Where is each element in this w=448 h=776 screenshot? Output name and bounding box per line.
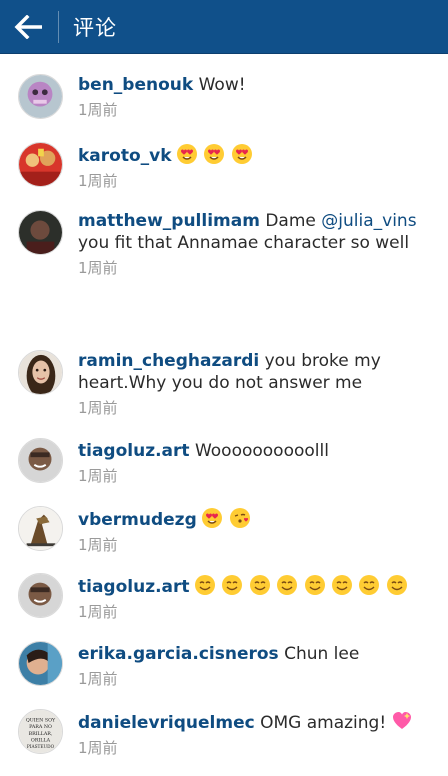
- smile-emoji-icon: [194, 575, 215, 595]
- kissing-heart-emoji-icon: [229, 508, 250, 528]
- comment-item: ben_benouk Wow! 1周前: [0, 74, 448, 141]
- comment-item: tiagoluz.art Woooooooooolll 1周前: [0, 438, 448, 505]
- mention-link[interactable]: @julia_vins: [321, 211, 416, 231]
- heart-eyes-emoji-icon: [176, 144, 197, 164]
- comment-text-continued: you fit that Annamae character so well: [78, 233, 410, 253]
- comment-username[interactable]: karoto_vk: [78, 146, 172, 166]
- comment-timestamp: 1周前: [78, 172, 118, 190]
- emoji-group: [202, 508, 251, 530]
- smile-emoji-icon: [222, 575, 243, 595]
- back-button[interactable]: [0, 0, 58, 53]
- smile-emoji-icon: [331, 575, 352, 595]
- header-divider: [58, 10, 59, 43]
- comment-item: karoto_vk 1周前: [0, 142, 448, 209]
- arrow-left-icon: [14, 14, 42, 39]
- avatar[interactable]: [18, 506, 63, 551]
- smile-emoji-icon: [277, 575, 298, 595]
- smile-emoji-icon: [249, 575, 270, 595]
- smile-emoji-icon: [359, 575, 380, 595]
- avatar[interactable]: [18, 210, 63, 255]
- comment-username[interactable]: tiagoluz.art: [78, 577, 190, 597]
- comment-username[interactable]: vbermudezg: [78, 510, 197, 530]
- svg-text:PARA NO: PARA NO: [29, 724, 52, 730]
- avatar[interactable]: [18, 142, 63, 187]
- avatar[interactable]: [18, 641, 63, 686]
- svg-text:BRILLAR,: BRILLAR,: [29, 731, 53, 737]
- avatar[interactable]: [18, 350, 63, 395]
- heart-eyes-emoji-icon: [231, 144, 252, 164]
- heart-eyes-emoji-icon: [202, 508, 223, 528]
- comment-text: Woooooooooolll: [194, 441, 329, 461]
- comment-text: Chun lee: [284, 644, 360, 664]
- page-title: 评论: [73, 15, 117, 40]
- comment-text: OMG amazing!: [260, 713, 387, 733]
- comment-timestamp: 1周前: [78, 536, 118, 554]
- comment-item: QUIEN SOY PARA NO BRILLAR, ORILLA PIASTE…: [0, 709, 448, 776]
- comment-timestamp: 1周前: [78, 399, 118, 417]
- comment-timestamp: 1周前: [78, 101, 118, 119]
- comment-username[interactable]: ramin_cheghazardi: [78, 351, 259, 371]
- svg-text:QUIEN SOY: QUIEN SOY: [26, 717, 56, 723]
- comment-username[interactable]: danielevriquelmec: [78, 713, 255, 733]
- comment-timestamp: 1周前: [78, 739, 118, 757]
- comment-item: ramin_cheghazardi you broke my heart.Why…: [0, 350, 448, 417]
- smile-emoji-icon: [386, 575, 407, 595]
- emoji-group: [194, 575, 409, 597]
- avatar[interactable]: [18, 74, 63, 119]
- comment-item: vbermudezg 1周前: [0, 506, 448, 573]
- comment-username[interactable]: ben_benouk: [78, 75, 193, 95]
- smile-emoji-icon: [304, 575, 325, 595]
- comment-text: Dame: [265, 211, 322, 231]
- heart-eyes-emoji-icon: [204, 144, 225, 164]
- comment-timestamp: 1周前: [78, 259, 118, 277]
- top-bar: 评论: [0, 0, 448, 54]
- svg-text:ORILLA: ORILLA: [31, 738, 51, 744]
- comment-item: matthew_pullimam Dame @julia_vins you fi…: [0, 210, 448, 277]
- emoji-group: [176, 144, 254, 166]
- comment-timestamp: 1周前: [78, 670, 118, 688]
- comment-timestamp: 1周前: [78, 603, 118, 621]
- comment-username[interactable]: tiagoluz.art: [78, 441, 190, 461]
- avatar[interactable]: [18, 573, 63, 618]
- svg-text:PIASTEUDO: PIASTEUDO: [27, 745, 55, 750]
- comment-username[interactable]: erika.garcia.cisneros: [78, 644, 279, 664]
- comment-text: Wow!: [198, 75, 246, 95]
- sparkling-heart-emoji-icon: [392, 711, 412, 731]
- avatar[interactable]: [18, 438, 63, 483]
- avatar[interactable]: QUIEN SOY PARA NO BRILLAR, ORILLA PIASTE…: [18, 709, 63, 754]
- comment-item: tiagoluz.art 1周前: [0, 573, 448, 640]
- comment-username[interactable]: matthew_pullimam: [78, 211, 260, 231]
- comment-timestamp: 1周前: [78, 467, 118, 485]
- comment-item: erika.garcia.cisneros Chun lee 1周前: [0, 641, 448, 708]
